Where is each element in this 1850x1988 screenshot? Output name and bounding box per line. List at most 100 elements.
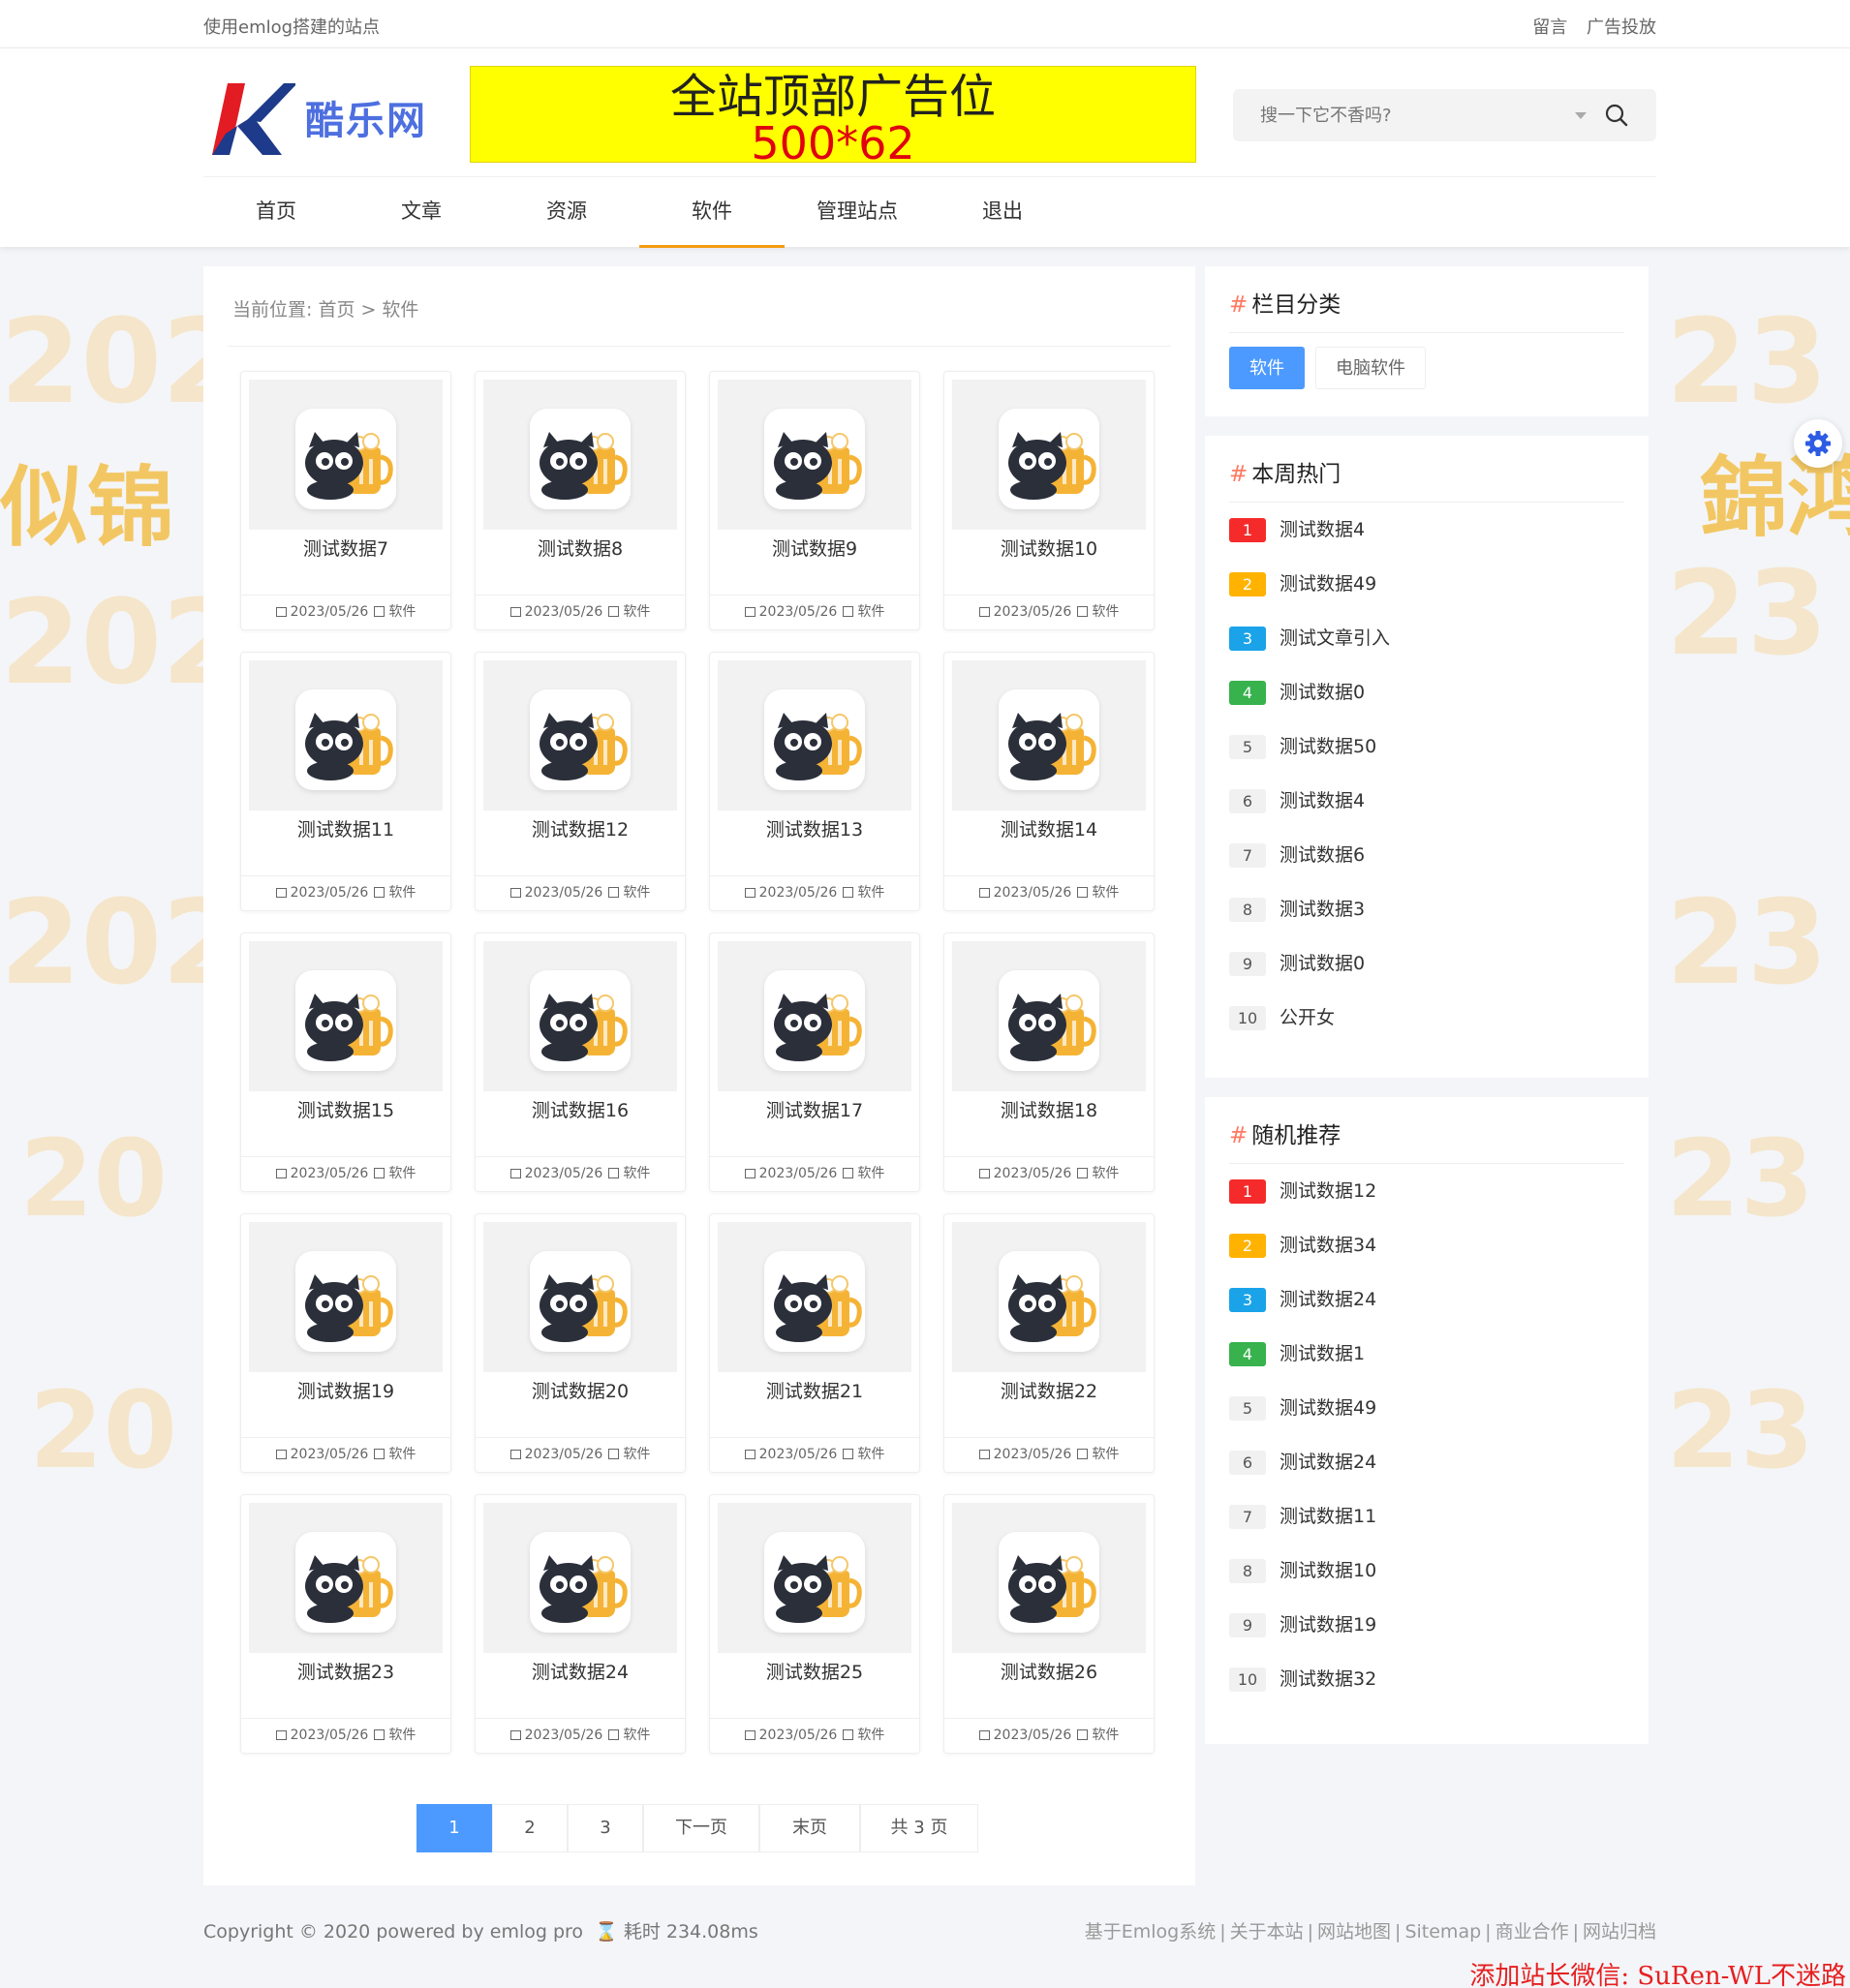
card-title[interactable]: 测试数据23 <box>241 1658 450 1684</box>
card-title[interactable]: 测试数据11 <box>241 815 450 841</box>
settings-button[interactable] <box>1794 419 1842 468</box>
card-category[interactable]: 软件 <box>388 604 416 620</box>
category-chip-pc-software[interactable]: 电脑软件 <box>1315 347 1426 389</box>
hot-item-title[interactable]: 测试数据50 <box>1280 736 1376 757</box>
software-card[interactable]: 测试数据12 2023/05/26 软件 <box>475 652 686 911</box>
random-list-item[interactable]: 9 测试数据19 <box>1229 1610 1376 1639</box>
software-card[interactable]: 测试数据20 2023/05/26 软件 <box>475 1213 686 1473</box>
random-item-title[interactable]: 测试数据19 <box>1280 1614 1376 1636</box>
random-list-item[interactable]: 1 测试数据12 <box>1229 1177 1376 1206</box>
software-card[interactable]: 测试数据19 2023/05/26 软件 <box>240 1213 451 1473</box>
software-card[interactable]: 测试数据24 2023/05/26 软件 <box>475 1494 686 1754</box>
last-page-button[interactable]: 末页 <box>759 1804 860 1852</box>
card-category[interactable]: 软件 <box>857 1728 884 1743</box>
random-item-title[interactable]: 测试数据24 <box>1280 1452 1376 1473</box>
card-title[interactable]: 测试数据24 <box>476 1658 685 1684</box>
card-category[interactable]: 软件 <box>623 604 650 620</box>
nav-item-admin[interactable]: 管理站点 <box>785 177 930 248</box>
card-title[interactable]: 测试数据9 <box>710 535 919 561</box>
software-card[interactable]: 测试数据23 2023/05/26 软件 <box>240 1494 451 1754</box>
software-card[interactable]: 测试数据8 2023/05/26 软件 <box>475 371 686 630</box>
random-list-item[interactable]: 8 测试数据10 <box>1229 1556 1376 1585</box>
random-item-title[interactable]: 测试数据12 <box>1280 1180 1376 1202</box>
card-category[interactable]: 软件 <box>1092 1447 1119 1462</box>
hot-item-title[interactable]: 测试数据4 <box>1280 790 1365 811</box>
page-3-button[interactable]: 3 <box>568 1804 643 1852</box>
card-title[interactable]: 测试数据15 <box>241 1096 450 1122</box>
hot-list-item[interactable]: 9 测试数据0 <box>1229 949 1365 978</box>
site-logo[interactable]: 酷乐网 <box>208 76 431 163</box>
hot-list-item[interactable]: 2 测试数据49 <box>1229 569 1376 598</box>
category-chip-software[interactable]: 软件 <box>1229 347 1305 389</box>
random-item-title[interactable]: 测试数据11 <box>1280 1506 1376 1527</box>
card-title[interactable]: 测试数据10 <box>944 535 1154 561</box>
nav-item-software[interactable]: 软件 <box>639 177 785 248</box>
footer-link-sitemap-cn[interactable]: 网站地图 <box>1317 1921 1391 1942</box>
software-card[interactable]: 测试数据11 2023/05/26 软件 <box>240 652 451 911</box>
random-list-item[interactable]: 2 测试数据34 <box>1229 1231 1376 1260</box>
card-title[interactable]: 测试数据22 <box>944 1377 1154 1403</box>
random-list-item[interactable]: 5 测试数据49 <box>1229 1393 1376 1422</box>
random-list-item[interactable]: 3 测试数据24 <box>1229 1285 1376 1314</box>
hot-item-title[interactable]: 测试数据6 <box>1280 844 1365 866</box>
random-item-title[interactable]: 测试数据49 <box>1280 1397 1376 1419</box>
software-card[interactable]: 测试数据13 2023/05/26 软件 <box>709 652 920 911</box>
hot-list-item[interactable]: 6 测试数据4 <box>1229 786 1365 815</box>
breadcrumb-current[interactable]: 软件 <box>382 299 418 321</box>
page-2-button[interactable]: 2 <box>492 1804 568 1852</box>
page-1-button[interactable]: 1 <box>416 1804 492 1852</box>
card-category[interactable]: 软件 <box>623 1166 650 1181</box>
card-category[interactable]: 软件 <box>388 1447 416 1462</box>
random-list-item[interactable]: 4 测试数据1 <box>1229 1339 1365 1368</box>
software-card[interactable]: 测试数据26 2023/05/26 软件 <box>943 1494 1155 1754</box>
hot-item-title[interactable]: 公开女 <box>1280 1007 1335 1028</box>
software-card[interactable]: 测试数据15 2023/05/26 软件 <box>240 933 451 1192</box>
card-category[interactable]: 软件 <box>857 1166 884 1181</box>
card-category[interactable]: 软件 <box>857 1447 884 1462</box>
card-title[interactable]: 测试数据21 <box>710 1377 919 1403</box>
card-category[interactable]: 软件 <box>1092 1728 1119 1743</box>
software-card[interactable]: 测试数据21 2023/05/26 软件 <box>709 1213 920 1473</box>
random-item-title[interactable]: 测试数据10 <box>1280 1560 1376 1581</box>
card-title[interactable]: 测试数据25 <box>710 1658 919 1684</box>
card-title[interactable]: 测试数据19 <box>241 1377 450 1403</box>
random-item-title[interactable]: 测试数据34 <box>1280 1235 1376 1256</box>
card-title[interactable]: 测试数据18 <box>944 1096 1154 1122</box>
hot-item-title[interactable]: 测试数据4 <box>1280 519 1365 540</box>
random-list-item[interactable]: 6 测试数据24 <box>1229 1448 1376 1477</box>
hot-item-title[interactable]: 测试数据49 <box>1280 573 1376 595</box>
card-category[interactable]: 软件 <box>1092 604 1119 620</box>
hot-list-item[interactable]: 3 测试文章引入 <box>1229 624 1390 653</box>
software-card[interactable]: 测试数据7 2023/05/26 软件 <box>240 371 451 630</box>
breadcrumb-home[interactable]: 首页 <box>318 299 355 321</box>
card-title[interactable]: 测试数据26 <box>944 1658 1154 1684</box>
nav-item-logout[interactable]: 退出 <box>930 177 1075 248</box>
random-item-title[interactable]: 测试数据32 <box>1280 1668 1376 1690</box>
search-input[interactable] <box>1233 89 1562 141</box>
card-category[interactable]: 软件 <box>857 604 884 620</box>
card-title[interactable]: 测试数据7 <box>241 535 450 561</box>
card-category[interactable]: 软件 <box>623 885 650 901</box>
card-title[interactable]: 测试数据14 <box>944 815 1154 841</box>
search-dropdown-icon[interactable] <box>1575 112 1587 119</box>
top-ad-banner[interactable]: 全站顶部广告位 500*62 <box>470 66 1196 166</box>
software-card[interactable]: 测试数据25 2023/05/26 软件 <box>709 1494 920 1754</box>
software-card[interactable]: 测试数据9 2023/05/26 软件 <box>709 371 920 630</box>
footer-link-archive[interactable]: 网站归档 <box>1583 1921 1656 1942</box>
card-category[interactable]: 软件 <box>857 885 884 901</box>
nav-item-articles[interactable]: 文章 <box>349 177 494 248</box>
footer-link-business[interactable]: 商业合作 <box>1495 1921 1569 1942</box>
software-card[interactable]: 测试数据22 2023/05/26 软件 <box>943 1213 1155 1473</box>
card-title[interactable]: 测试数据8 <box>476 535 685 561</box>
hot-list-item[interactable]: 10 公开女 <box>1229 1003 1335 1032</box>
software-card[interactable]: 测试数据10 2023/05/26 软件 <box>943 371 1155 630</box>
card-category[interactable]: 软件 <box>388 1728 416 1743</box>
software-card[interactable]: 测试数据14 2023/05/26 软件 <box>943 652 1155 911</box>
hot-item-title[interactable]: 测试数据0 <box>1280 682 1365 703</box>
card-title[interactable]: 测试数据13 <box>710 815 919 841</box>
footer-link-emlog[interactable]: 基于Emlog系统 <box>1085 1921 1216 1942</box>
nav-item-home[interactable]: 首页 <box>203 177 349 248</box>
random-item-title[interactable]: 测试数据1 <box>1280 1343 1365 1364</box>
hot-item-title[interactable]: 测试数据0 <box>1280 953 1365 974</box>
search-icon[interactable] <box>1604 103 1629 128</box>
